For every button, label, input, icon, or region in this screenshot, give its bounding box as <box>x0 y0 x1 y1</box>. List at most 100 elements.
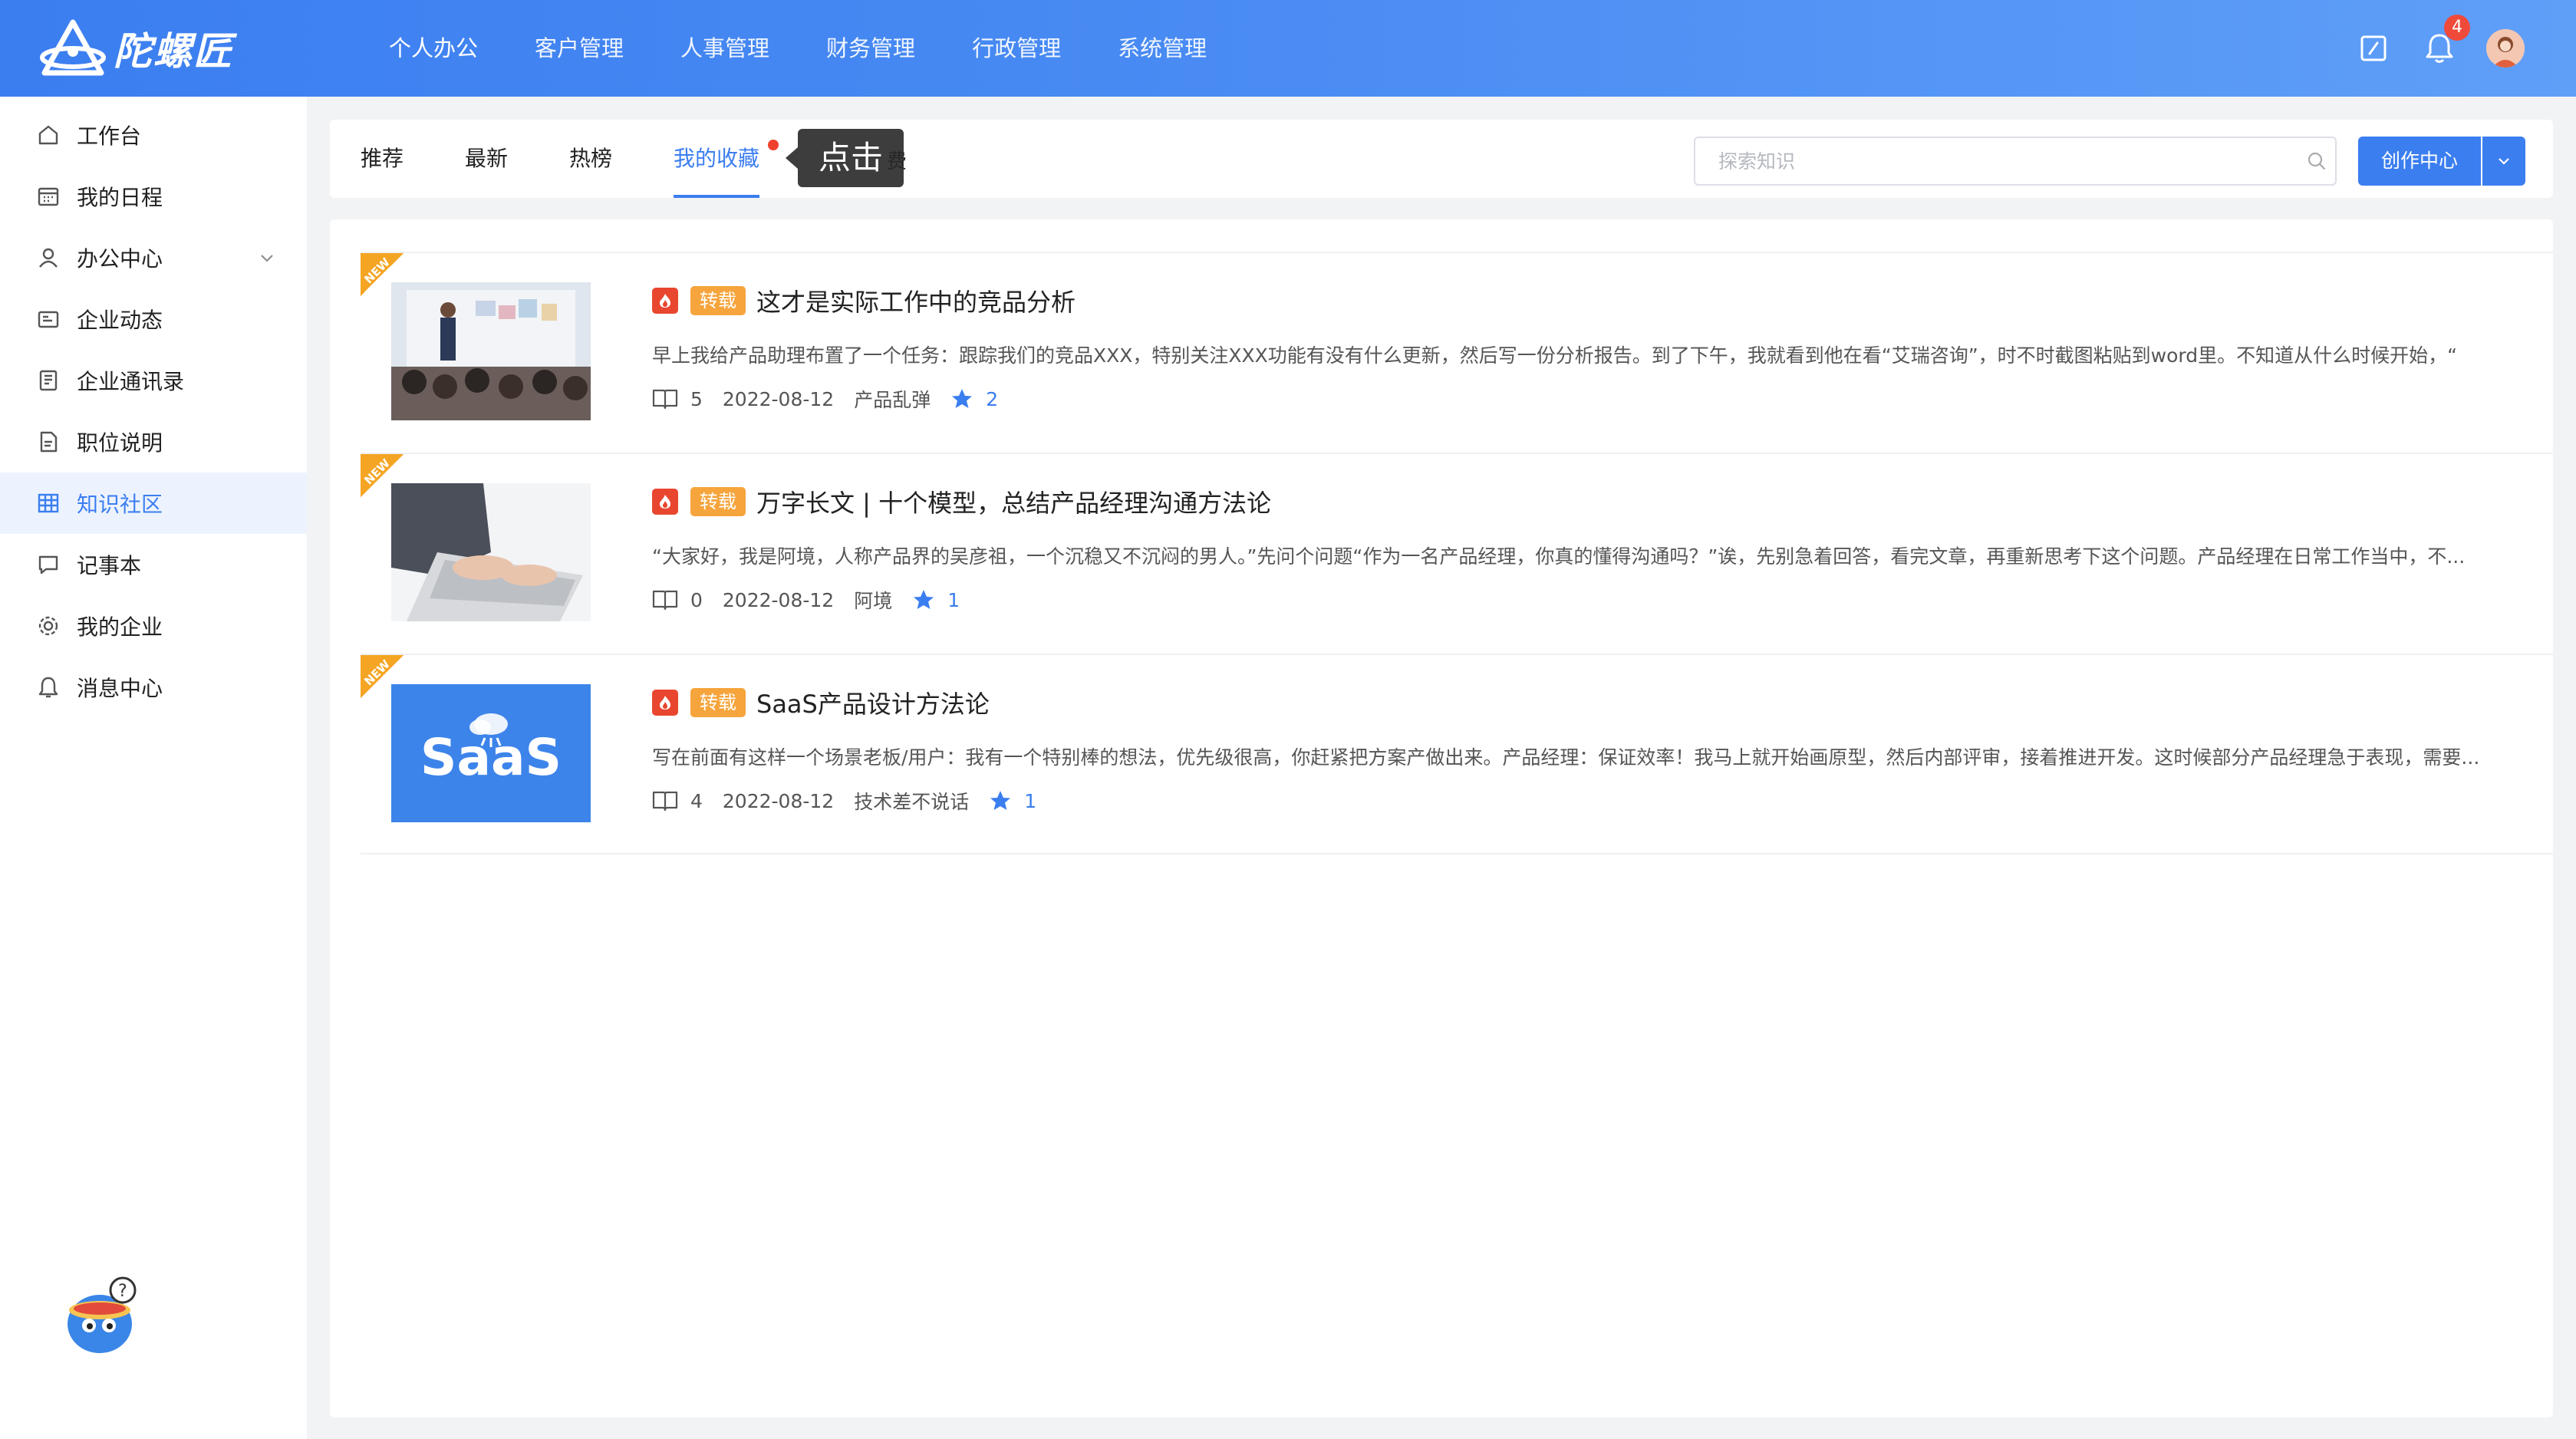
article-meta: 5 2022-08-12 产品乱弹 2 <box>652 385 998 413</box>
header-actions: 4 <box>2327 0 2525 97</box>
grid-icon <box>35 490 61 516</box>
sidebar-item-label: 工作台 <box>77 123 142 149</box>
svg-text:?: ? <box>118 1282 127 1301</box>
sidebar-item-label: 消息中心 <box>77 676 163 701</box>
sidebar-item-label: 知识社区 <box>77 492 163 517</box>
top-bar: 陀螺匠 个人办公 客户管理 人事管理 财务管理 行政管理 系统管理 4 <box>0 0 2576 97</box>
article-summary: 早上我给产品助理布置了一个任务：跟踪我们的竞品XXX，特别关注XXX功能有没有什… <box>652 344 2458 367</box>
article-header: 转载 万字长文 | 十个模型，总结产品经理沟通方法论 <box>652 485 1271 519</box>
click-tooltip: 点击 <box>786 129 904 187</box>
reprint-tag: 转载 <box>690 286 746 315</box>
gear-icon <box>35 613 61 639</box>
topnav-item-admin[interactable]: 行政管理 <box>944 0 1089 97</box>
list-divider <box>361 853 2553 855</box>
article-item[interactable]: NEW 转载 这才是实际工作中的竞品分析 早上我给产品助理布置了一个任务：跟踪我… <box>361 252 2553 453</box>
logo-mark-icon <box>40 19 106 76</box>
sidebar-item-label: 办公中心 <box>77 246 163 272</box>
star-icon[interactable] <box>912 588 935 611</box>
read-count: 4 <box>690 789 703 812</box>
article-author: 产品乱弹 <box>854 389 931 411</box>
sidebar-item-label: 企业通讯录 <box>77 369 185 394</box>
chat-icon <box>35 552 61 578</box>
article-header: 转载 SaaS产品设计方法论 <box>652 686 990 720</box>
article-item[interactable]: NEW 转载 万字长文 | 十个模型，总结产品经理沟通方法论 “大家好，我是阿境… <box>361 453 2553 654</box>
fire-icon <box>652 690 678 716</box>
publish-date: 2022-08-12 <box>722 588 835 611</box>
tab-recommended[interactable]: 推荐 <box>361 120 404 198</box>
bell-icon <box>35 674 61 700</box>
article-title[interactable]: SaaS产品设计方法论 <box>756 685 990 720</box>
app-root: 陀螺匠 个人办公 客户管理 人事管理 财务管理 行政管理 系统管理 4 工作台 … <box>0 0 2576 1439</box>
article-thumbnail-image[interactable]: SaaS <box>391 684 591 822</box>
topnav-item-finance[interactable]: 财务管理 <box>798 0 944 97</box>
publish-date: 2022-08-12 <box>722 789 835 812</box>
user-icon <box>35 245 61 271</box>
create-center-button[interactable]: 创作中心 <box>2358 137 2481 186</box>
fire-icon <box>652 288 678 314</box>
sidebar-item-label: 我的企业 <box>77 614 163 640</box>
user-avatar-button[interactable] <box>2485 28 2525 68</box>
article-list: NEW 转载 这才是实际工作中的竞品分析 早上我给产品助理布置了一个任务：跟踪我… <box>330 219 2553 1418</box>
publish-date: 2022-08-12 <box>722 387 835 410</box>
topnav-item-personal-office[interactable]: 个人办公 <box>361 0 506 97</box>
sidebar-item-office-center[interactable]: 办公中心 <box>0 227 307 288</box>
document-icon <box>35 429 61 455</box>
notification-badge: 4 <box>2444 15 2470 41</box>
article-meta: 0 2022-08-12 阿境 1 <box>652 586 960 614</box>
new-indicator-dot <box>768 140 779 150</box>
star-icon[interactable] <box>950 387 973 410</box>
top-nav: 个人办公 客户管理 人事管理 财务管理 行政管理 系统管理 <box>361 0 1235 97</box>
article-thumbnail-image[interactable] <box>391 282 591 420</box>
book-icon <box>652 791 678 812</box>
edit-icon <box>2360 35 2387 61</box>
sidebar-item-knowledge-community[interactable]: 知识社区 <box>0 473 307 534</box>
create-center-dropdown[interactable] <box>2482 137 2525 186</box>
calendar-icon <box>35 183 61 209</box>
book-icon <box>652 389 678 410</box>
sidebar-item-job-description[interactable]: 职位说明 <box>0 411 307 473</box>
tab-latest[interactable]: 最新 <box>465 120 508 198</box>
sidebar-item-schedule[interactable]: 我的日程 <box>0 166 307 227</box>
reprint-tag: 转载 <box>690 688 746 717</box>
notification-button[interactable]: 4 <box>2420 15 2470 68</box>
news-icon <box>35 306 61 332</box>
article-title[interactable]: 这才是实际工作中的竞品分析 <box>756 283 1076 318</box>
search-input[interactable] <box>1694 137 2337 186</box>
help-mascot-icon[interactable]: ? <box>55 1270 146 1361</box>
article-author: 技术差不说话 <box>854 791 970 813</box>
sidebar-item-message-center[interactable]: 消息中心 <box>0 657 307 718</box>
sidebar-item-my-company[interactable]: 我的企业 <box>0 595 307 657</box>
topnav-item-system[interactable]: 系统管理 <box>1089 0 1235 97</box>
tab-hot[interactable]: 热榜 <box>569 120 612 198</box>
topnav-item-customer[interactable]: 客户管理 <box>506 0 652 97</box>
sidebar-item-contacts[interactable]: 企业通讯录 <box>0 350 307 411</box>
sidebar-item-label: 我的日程 <box>77 185 163 210</box>
article-thumbnail-image[interactable] <box>391 483 591 621</box>
star-count: 1 <box>1024 789 1037 812</box>
contacts-icon <box>35 367 61 394</box>
tab-my-favorites[interactable]: 我的收藏 <box>674 120 760 198</box>
fire-icon <box>652 489 678 515</box>
sidebar: 工作台 我的日程 办公中心 企业动态 企业通讯录 职位说明 知识社区 记事本 我… <box>0 97 307 1439</box>
article-header: 转载 这才是实际工作中的竞品分析 <box>652 284 1076 318</box>
sidebar-item-notebook[interactable]: 记事本 <box>0 534 307 595</box>
brand-logo[interactable]: 陀螺匠 <box>40 17 233 80</box>
edit-button[interactable] <box>2354 28 2393 68</box>
topnav-item-hr[interactable]: 人事管理 <box>652 0 798 97</box>
search-icon[interactable] <box>2306 150 2327 172</box>
article-summary: 写在前面有这样一个场景老板/用户：我有一个特别棒的想法，优先级很高，你赶紧把方案… <box>652 746 2480 769</box>
article-author: 阿境 <box>854 590 893 612</box>
article-meta: 4 2022-08-12 技术差不说话 1 <box>652 787 1036 815</box>
sidebar-item-company-news[interactable]: 企业动态 <box>0 288 307 350</box>
home-icon <box>35 122 61 148</box>
book-icon <box>652 590 678 611</box>
article-summary: “大家好，我是阿境，人称产品界的吴彦祖，一个沉稳又不沉闷的男人。”先问个问题“作… <box>652 545 2466 568</box>
article-item[interactable]: NEW SaaS 转载 SaaS产品设计方法论 写在前面有这样一个场景老板/用户… <box>361 654 2553 855</box>
sidebar-item-label: 企业动态 <box>77 308 163 333</box>
chevron-down-icon[interactable] <box>258 249 276 267</box>
star-icon[interactable] <box>989 789 1012 812</box>
brand-name: 陀螺匠 <box>114 29 233 74</box>
chevron-down-icon <box>2499 158 2509 165</box>
article-title[interactable]: 万字长文 | 十个模型，总结产品经理沟通方法论 <box>756 484 1271 519</box>
sidebar-item-workbench[interactable]: 工作台 <box>0 104 307 166</box>
